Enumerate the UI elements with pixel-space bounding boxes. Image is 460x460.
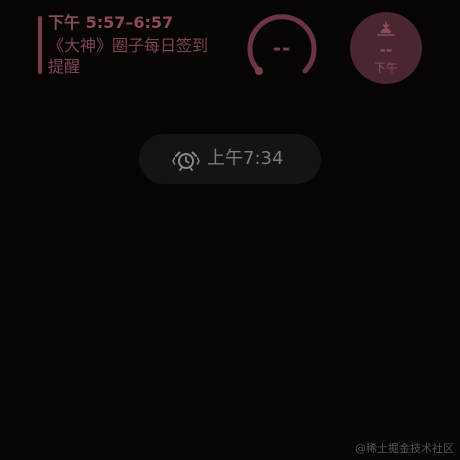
ring-value: -- bbox=[272, 36, 292, 60]
sunset-icon bbox=[377, 21, 395, 36]
sunset-widget[interactable]: -- 下午 bbox=[350, 12, 422, 84]
alarm-clock-icon bbox=[172, 151, 200, 171]
next-alarm-pill[interactable]: 上午7:34 bbox=[139, 134, 321, 184]
alarm-time: 上午7:34 bbox=[207, 148, 284, 169]
calendar-reminder-widget[interactable]: 下午 5:57–6:57 《大神》圈子每日签到提醒 bbox=[38, 13, 238, 77]
reminder-accent-bar bbox=[38, 16, 42, 74]
watermark-text: @稀土掘金技术社区 bbox=[355, 442, 454, 455]
ring-progress-widget[interactable]: -- bbox=[246, 12, 318, 84]
reminder-time-range: 下午 5:57–6:57 bbox=[48, 13, 174, 32]
sunset-time-value: -- bbox=[379, 41, 393, 59]
reminder-title: 《大神》圈子每日签到提醒 bbox=[48, 36, 209, 76]
always-on-display: 下午 5:57–6:57 《大神》圈子每日签到提醒 -- -- 下午 上午7:3… bbox=[0, 0, 460, 460]
sunset-period-label: 下午 bbox=[373, 61, 398, 75]
